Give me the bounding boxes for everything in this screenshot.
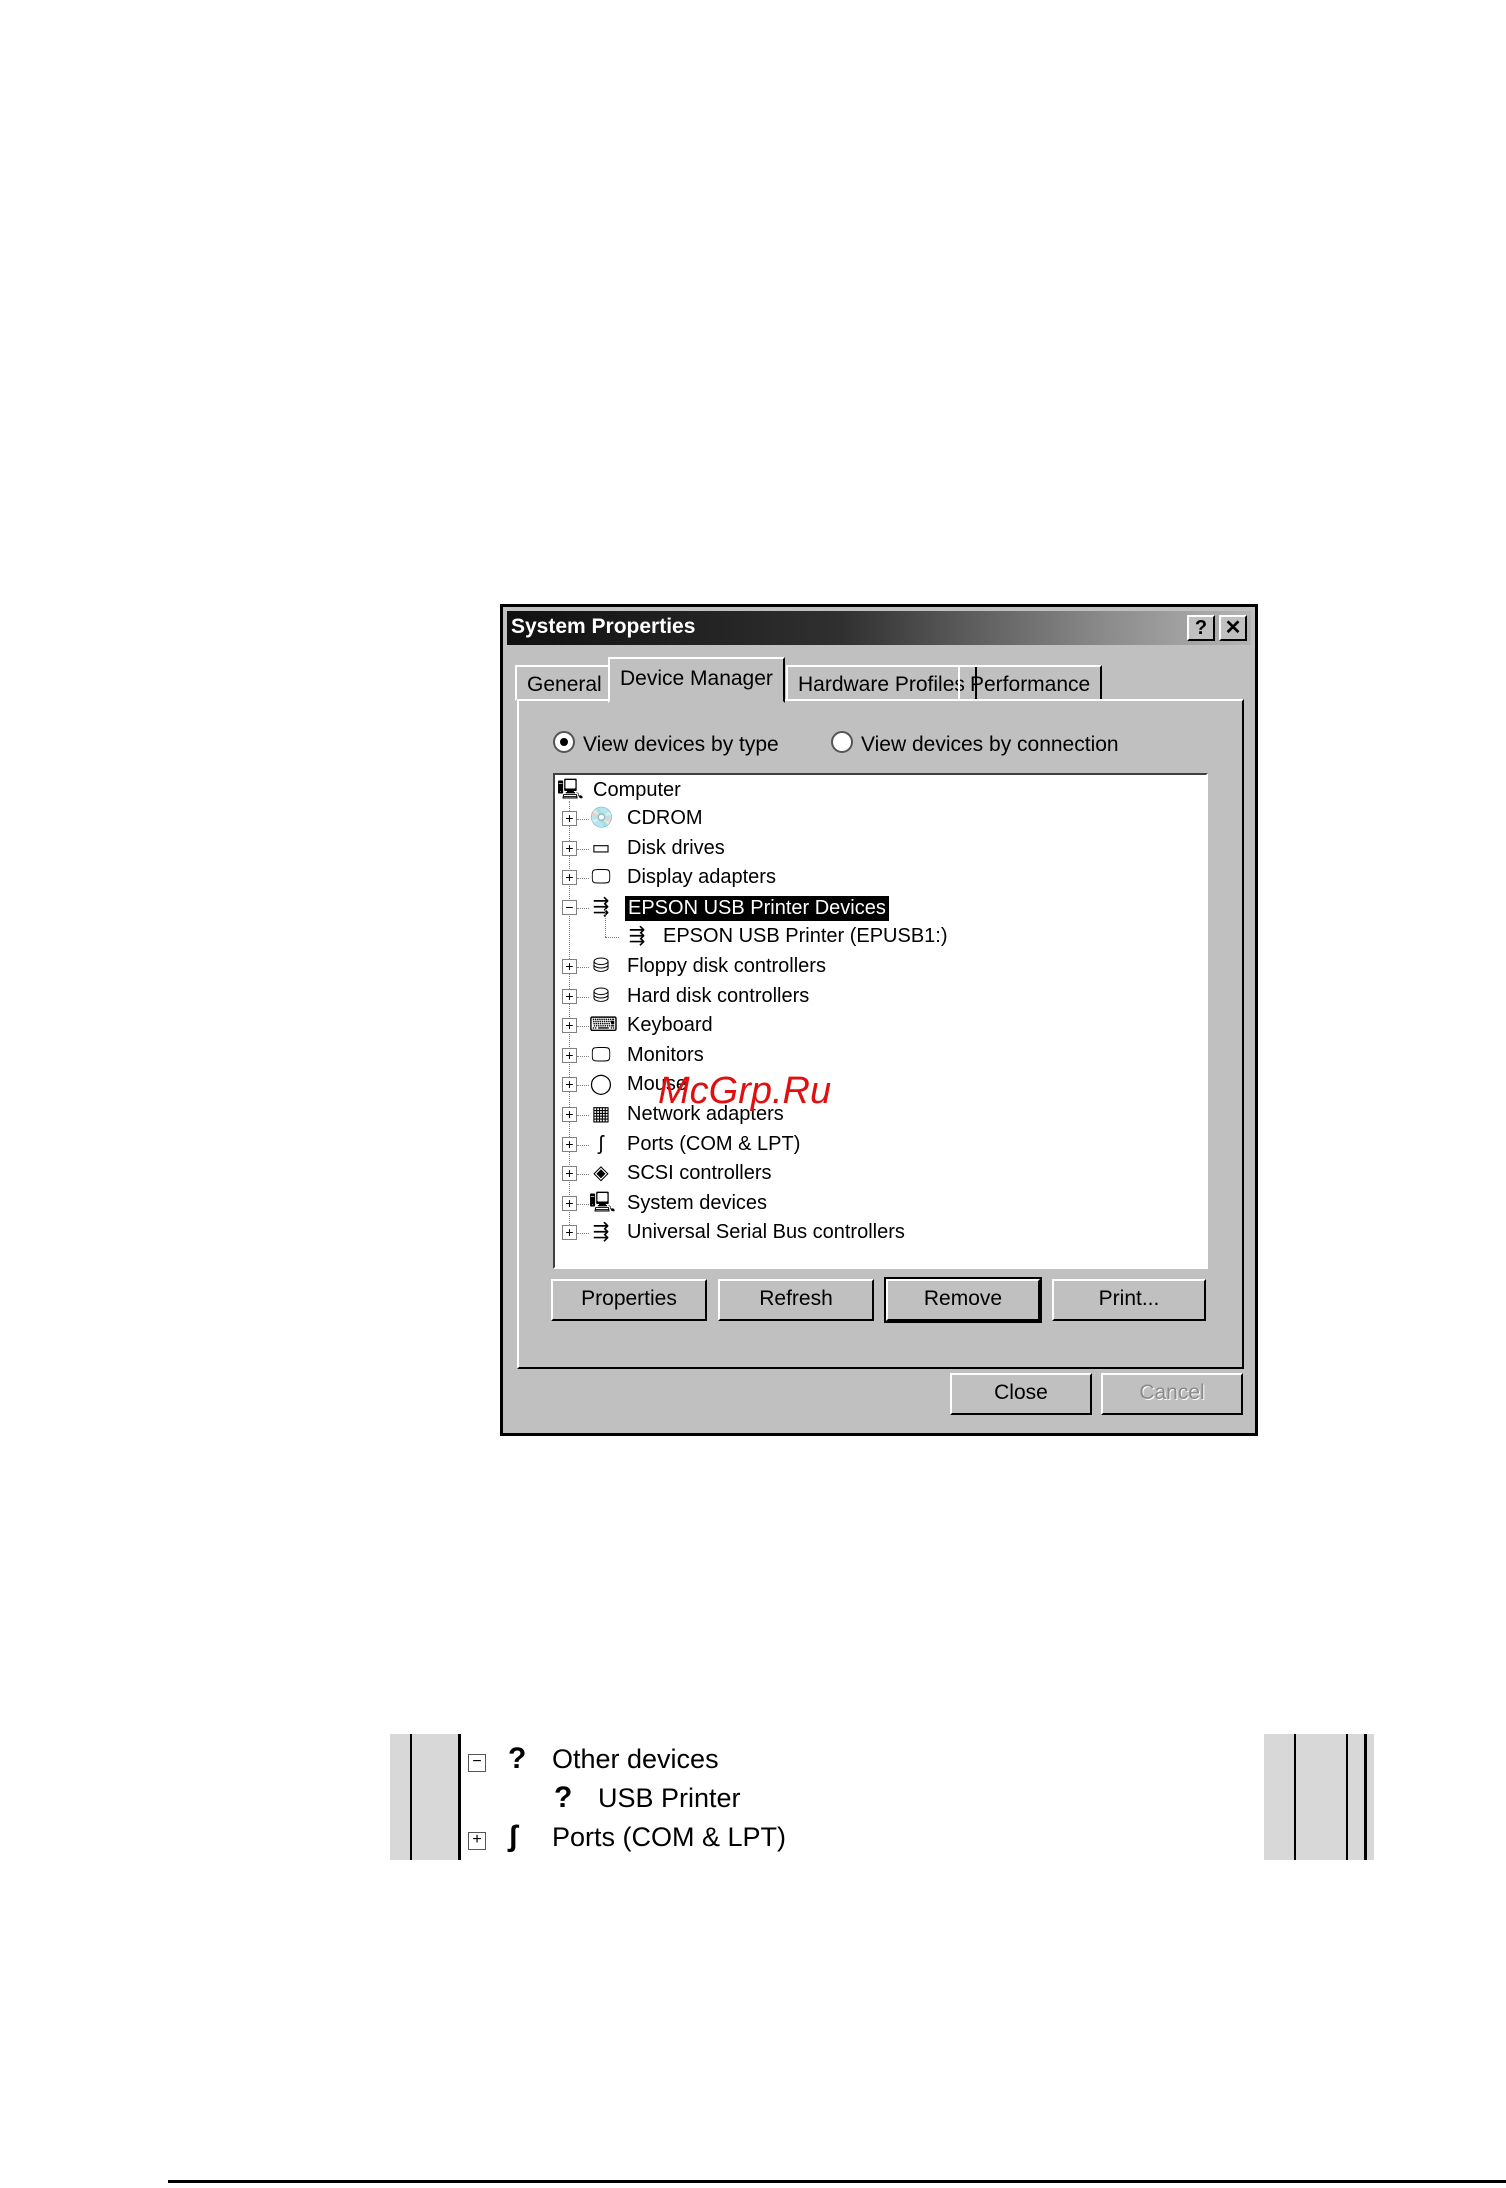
tree-item-label: System devices — [627, 1191, 768, 1214]
tab-device-manager[interactable]: Device Manager — [608, 657, 785, 703]
page-bottom-rule — [168, 2180, 1506, 2183]
tab-performance[interactable]: Performance — [958, 665, 1103, 701]
device-tree[interactable]: 🖳 Computer + 💿 CDROM + ▭ Disk drives + 🖵 Display… — [553, 773, 1208, 1269]
title-bar[interactable]: System Properties ? ✕ — [507, 611, 1251, 645]
print-button[interactable]: Print... — [1052, 1279, 1206, 1321]
tab-hardware-profiles[interactable]: Hardware Profiles — [786, 665, 977, 701]
expand-icon[interactable]: + — [562, 840, 577, 856]
tree-item-label: EPSON USB Printer (EPUSB1:) — [663, 925, 948, 948]
network-adapter-icon: ▦ — [591, 1103, 611, 1125]
tree-item-label: SCSI controllers — [627, 1162, 772, 1185]
expand-icon[interactable]: + — [562, 1195, 577, 1211]
fragment-right-frame — [1264, 1734, 1374, 1860]
radio-label: View devices by connection — [861, 733, 1119, 756]
expand-icon[interactable]: + — [562, 1077, 577, 1093]
watermark: McGrp.Ru — [658, 1070, 832, 1112]
radio-unchecked-icon[interactable] — [831, 731, 853, 753]
tree-item-label: Universal Serial Bus controllers — [627, 1221, 905, 1244]
port-icon: ʃ — [598, 1132, 604, 1155]
tree-item-label: Keyboard — [627, 1014, 713, 1037]
expand-icon[interactable]: + — [562, 1018, 577, 1034]
refresh-button[interactable]: Refresh — [718, 1279, 874, 1321]
expand-icon[interactable]: + — [468, 1832, 486, 1850]
usb-icon: ⇶ — [592, 1221, 610, 1244]
radio-checked-icon[interactable] — [553, 731, 575, 753]
tree-item-label: EPSON USB Printer Devices — [625, 895, 889, 921]
radio-view-by-connection[interactable]: View devices by connection — [831, 731, 1119, 757]
tree-item-label: Hard disk controllers — [627, 984, 810, 1007]
tree-item-label: Floppy disk controllers — [627, 955, 826, 977]
radio-label: View devices by type — [583, 733, 779, 756]
disk-drive-icon: ▭ — [591, 836, 611, 859]
other-devices-fragment: −? Other devices? USB Printer + ʃ Ports (COM … — [390, 1734, 1374, 1860]
keyboard-icon: ⌨ — [589, 1014, 618, 1037]
collapse-icon[interactable]: − — [562, 899, 577, 915]
cdrom-icon: 💿 — [589, 807, 614, 829]
expand-icon[interactable]: + — [562, 988, 577, 1004]
question-icon: ? — [508, 1742, 527, 1775]
system-device-icon: 🖳 — [589, 1191, 616, 1214]
fragment-item-label: USB Printer — [598, 1783, 741, 1813]
tree-item-label: Ports (COM & LPT) — [627, 1132, 801, 1155]
system-properties-dialog: System Properties ? ✕ General Device Man… — [500, 604, 1258, 1436]
close-button[interactable]: Close — [950, 1373, 1092, 1415]
mouse-icon: ◯ — [589, 1073, 613, 1096]
expand-icon[interactable]: + — [562, 1107, 577, 1122]
collapse-icon[interactable]: − — [468, 1754, 486, 1772]
expand-icon[interactable]: + — [562, 811, 577, 826]
expand-icon[interactable]: + — [562, 959, 577, 974]
tree-item-label: Disk drives — [627, 836, 725, 859]
tree-item-label: CDROM — [627, 807, 703, 829]
monitor-icon: 🖵 — [591, 1043, 611, 1066]
fragment-item-label: Other devices — [552, 1744, 719, 1774]
scsi-icon: ◈ — [593, 1162, 609, 1185]
hard-disk-controller-icon: ⛁ — [592, 984, 610, 1007]
expand-icon[interactable]: + — [562, 1047, 577, 1063]
radio-view-by-type[interactable]: View devices by type — [553, 731, 779, 757]
floppy-controller-icon: ⛁ — [592, 955, 610, 977]
display-adapter-icon: 🖵 — [591, 866, 611, 889]
remove-button[interactable]: Remove — [884, 1277, 1042, 1323]
expand-icon[interactable]: + — [562, 1166, 577, 1182]
properties-button[interactable]: Properties — [551, 1279, 707, 1321]
tree-item-label: Monitors — [627, 1043, 704, 1066]
window-title: System Properties — [511, 615, 696, 638]
usb-icon: ⇶ — [628, 925, 646, 948]
help-button[interactable]: ? — [1187, 615, 1215, 641]
cancel-button[interactable]: Cancel — [1101, 1373, 1243, 1415]
fragment-left-frame — [390, 1734, 461, 1860]
expand-icon[interactable]: + — [562, 1225, 577, 1241]
tree-item-label: Display adapters — [627, 866, 776, 889]
expand-icon[interactable]: + — [562, 1136, 577, 1152]
computer-icon: 🖳 — [557, 779, 584, 801]
usb-icon: ⇶ — [592, 895, 610, 918]
port-icon: ʃ — [508, 1820, 518, 1853]
expand-icon[interactable]: + — [562, 870, 577, 886]
question-device-icon: ? — [554, 1781, 573, 1814]
tree-item-label: Computer — [593, 779, 681, 801]
tab-general[interactable]: General — [515, 665, 614, 701]
close-window-button[interactable]: ✕ — [1219, 615, 1247, 641]
fragment-item-label: Ports (COM & LPT) — [552, 1822, 787, 1852]
